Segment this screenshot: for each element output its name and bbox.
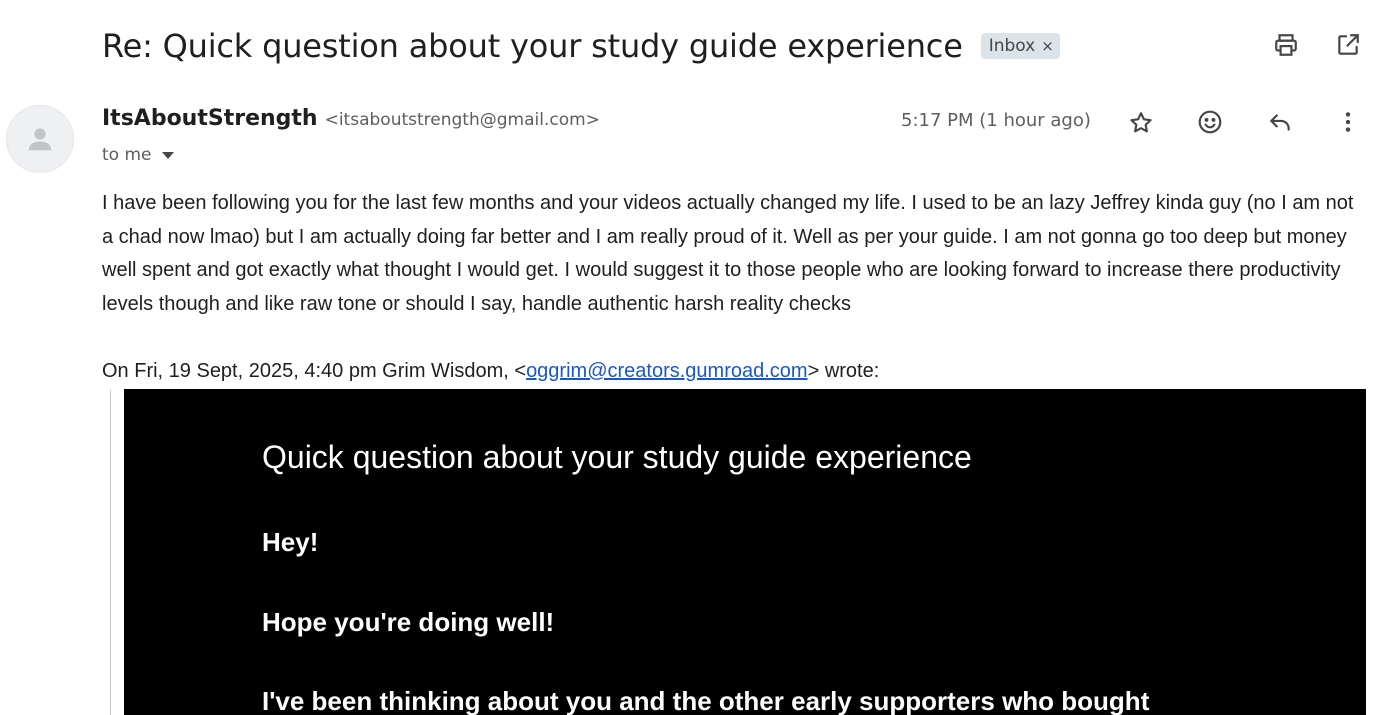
printer-icon — [1275, 34, 1297, 56]
print-button[interactable] — [1266, 25, 1306, 65]
quoted-line: Hey! — [262, 527, 319, 557]
sender-avatar[interactable] — [6, 105, 74, 173]
open-in-new-window-icon — [1338, 34, 1359, 55]
email-timestamp: 5:17 PM (1 hour ago) — [901, 110, 1091, 131]
default-avatar-icon — [28, 128, 52, 151]
email-view: Re: Quick question about your study guid… — [0, 0, 1379, 715]
email-body: I have been following you for the last f… — [102, 192, 1354, 316]
recipient-details-chevron-down-icon[interactable] — [161, 151, 174, 159]
label-chip-text: Inbox — [988, 35, 1036, 56]
subject-row: Re: Quick question about your study guid… — [102, 22, 1379, 70]
email-subject: Re: Quick question about your study guid… — [102, 27, 963, 65]
quote-attribution: On Fri, 19 Sept, 2025, 4:40 pm Grim Wisd… — [102, 355, 1370, 388]
quote-divider — [110, 390, 111, 715]
more-options-button[interactable] — [1328, 102, 1368, 142]
reply-button[interactable] — [1260, 102, 1300, 142]
remove-label-icon[interactable]: × — [1041, 37, 1054, 55]
emoji-reaction-icon — [1198, 110, 1222, 134]
add-reaction-button[interactable] — [1190, 102, 1230, 142]
star-button[interactable] — [1121, 103, 1161, 143]
recipient-text: to me — [102, 145, 152, 165]
recipient-line: to me — [102, 145, 174, 165]
star-icon — [1130, 112, 1152, 133]
reply-icon — [1270, 114, 1290, 131]
quoted-line: Hope you're doing well! — [262, 607, 555, 637]
open-in-new-window-button[interactable] — [1328, 25, 1368, 65]
sender-email: <itsaboutstrength@gmail.com> — [324, 110, 600, 130]
quote-header-prefix: On Fri, 19 Sept, 2025, 4:40 pm Grim Wisd… — [102, 360, 527, 382]
quoted-title: Quick question about your study guide ex… — [262, 439, 972, 475]
quoted-line: I've been thinking about you and the oth… — [262, 686, 1150, 715]
sender-name[interactable]: ItsAboutStrength — [102, 106, 318, 131]
more-vertical-icon — [1345, 112, 1351, 132]
quote-sender-email-link[interactable]: oggrim@creators.gumroad.com — [526, 360, 808, 382]
inbox-label-chip[interactable]: Inbox × — [980, 33, 1060, 59]
sender-line: ItsAboutStrength <itsaboutstrength@gmail… — [102, 106, 600, 131]
quoted-message: Quick question about your study guide ex… — [124, 389, 1366, 715]
quote-header-suffix: > wrote: — [807, 360, 880, 382]
